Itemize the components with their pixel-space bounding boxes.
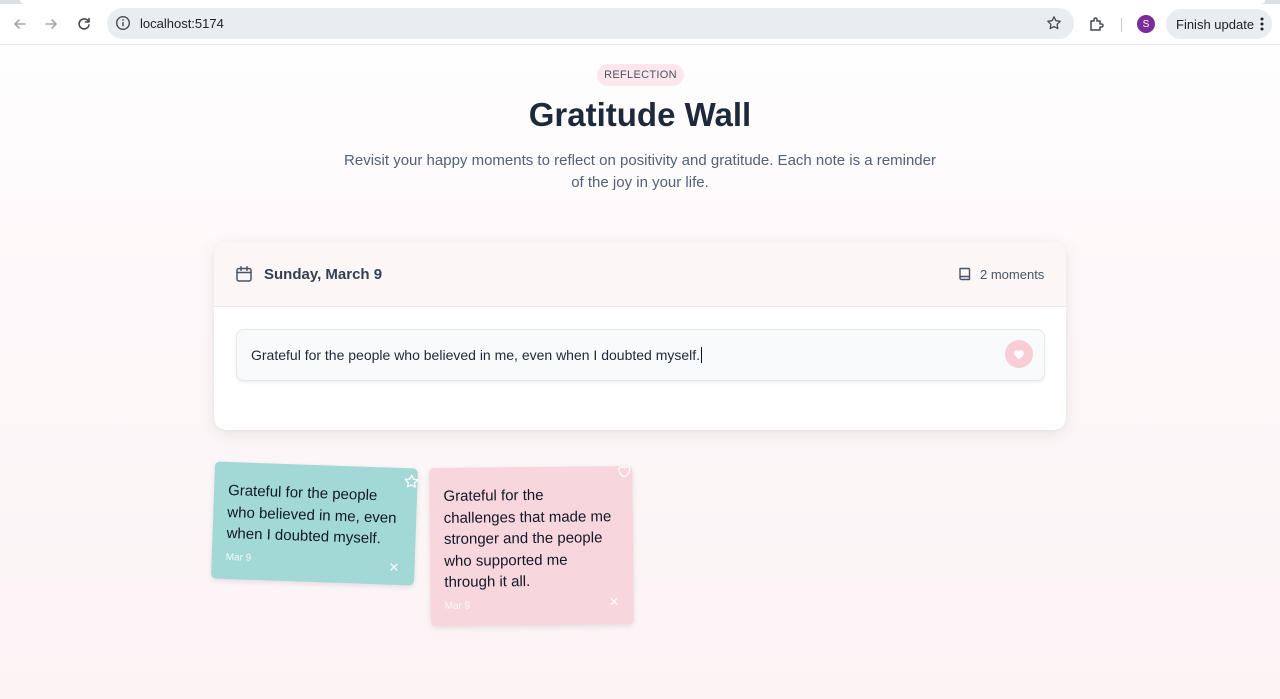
delete-note-button[interactable]: ✕ <box>388 560 399 576</box>
finish-update-label: Finish update <box>1176 17 1255 32</box>
more-vertical-icon[interactable] <box>1260 16 1264 32</box>
note-date: Mar 9 <box>225 551 252 564</box>
gratitude-input[interactable]: Grateful for the people who believed in … <box>236 329 1045 381</box>
back-button[interactable] <box>8 12 32 36</box>
reload-icon <box>78 17 90 30</box>
arrow-right-icon <box>45 19 57 29</box>
finish-update-button[interactable]: Finish update <box>1166 9 1272 39</box>
entry-date: Sunday, March 9 <box>264 266 383 283</box>
profile-avatar[interactable]: S <box>1137 15 1155 33</box>
add-note-button[interactable] <box>1005 340 1033 368</box>
extensions-puzzle-icon[interactable] <box>1088 15 1106 33</box>
delete-note-button[interactable]: ✕ <box>609 594 620 610</box>
note-text: Grateful for the people who believed in … <box>226 481 397 548</box>
address-bar[interactable]: localhost:5174 <box>107 8 1074 39</box>
url-text: localhost:5174 <box>140 16 224 31</box>
page-title: Gratitude Wall <box>528 96 752 133</box>
page-subtitle: Revisit your happy moments to reflect on… <box>344 152 936 191</box>
gratitude-note[interactable]: Grateful for the challenges that made me… <box>429 463 634 627</box>
forward-button[interactable] <box>39 12 63 36</box>
note-date: Mar 9 <box>444 600 471 612</box>
calendar-icon <box>236 266 252 282</box>
gratitude-input-text: Grateful for the people who believed in … <box>251 347 701 363</box>
note-text: Grateful for the challenges that made me… <box>443 486 612 591</box>
toolbar-divider <box>1121 18 1122 32</box>
moments-count: 2 moments <box>980 267 1045 282</box>
browser-toolbar: localhost:5174 S Finish update <box>0 4 1280 45</box>
gratitude-note[interactable]: Grateful for the people who believed in … <box>211 461 420 586</box>
star-icon[interactable] <box>403 473 420 490</box>
gratitude-entry-card: Sunday, March 9 2 moments Grateful for t… <box>214 242 1066 430</box>
heart-icon <box>1014 350 1024 360</box>
bookmark-star-icon[interactable] <box>1046 15 1062 31</box>
card-header: Sunday, March 9 2 moments <box>214 242 1066 307</box>
text-caret <box>701 347 703 363</box>
book-icon <box>959 267 971 281</box>
heart-icon[interactable] <box>616 463 632 479</box>
site-info-icon[interactable] <box>115 15 131 31</box>
arrow-left-icon <box>14 19 26 29</box>
reload-button[interactable] <box>72 12 96 36</box>
gratitude-input-value[interactable]: Grateful for the people who believed in … <box>251 347 703 363</box>
section-badge: REFLECTION <box>597 64 684 86</box>
